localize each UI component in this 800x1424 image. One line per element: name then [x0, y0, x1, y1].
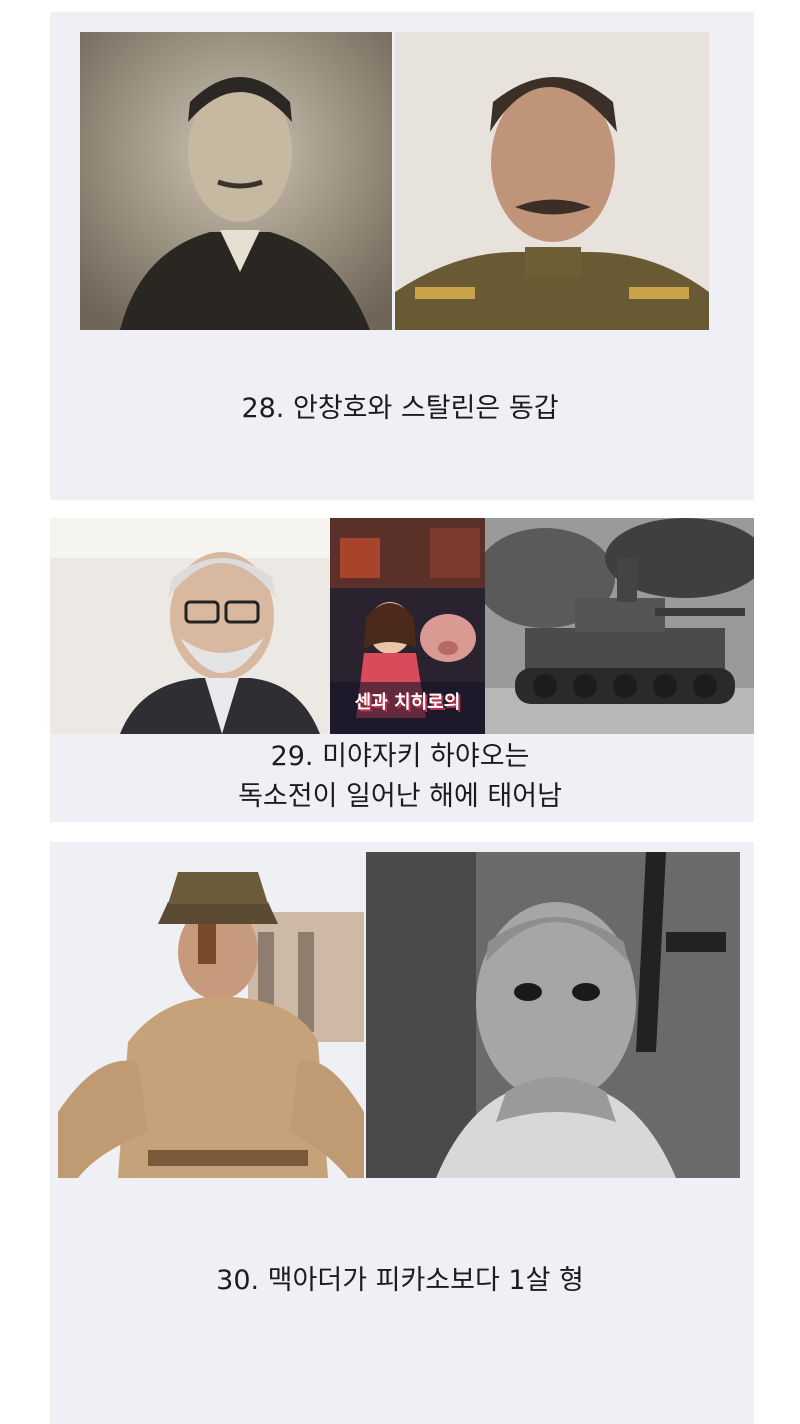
- poster-title: 센과 치히로의: [354, 692, 461, 713]
- spirited-away-poster: 센과 치히로의: [330, 518, 485, 734]
- eastern-front-tank-photo: [485, 518, 754, 734]
- miyazaki-photo: [50, 518, 330, 734]
- macarthur-photo: [58, 852, 364, 1178]
- picasso-photo: [366, 852, 740, 1178]
- caption-29-line1: 29. 미야자키 하야오는: [270, 741, 530, 772]
- stalin-photo: [395, 32, 709, 330]
- ahn-changho-photo: [80, 32, 392, 330]
- caption-29-line2: 독소전이 일어난 해에 태어남: [238, 781, 562, 812]
- caption-30: 30. 맥아더가 피카소보다 1살 형: [216, 1265, 584, 1296]
- caption-28: 28. 안창호와 스탈린은 동갑: [241, 393, 559, 424]
